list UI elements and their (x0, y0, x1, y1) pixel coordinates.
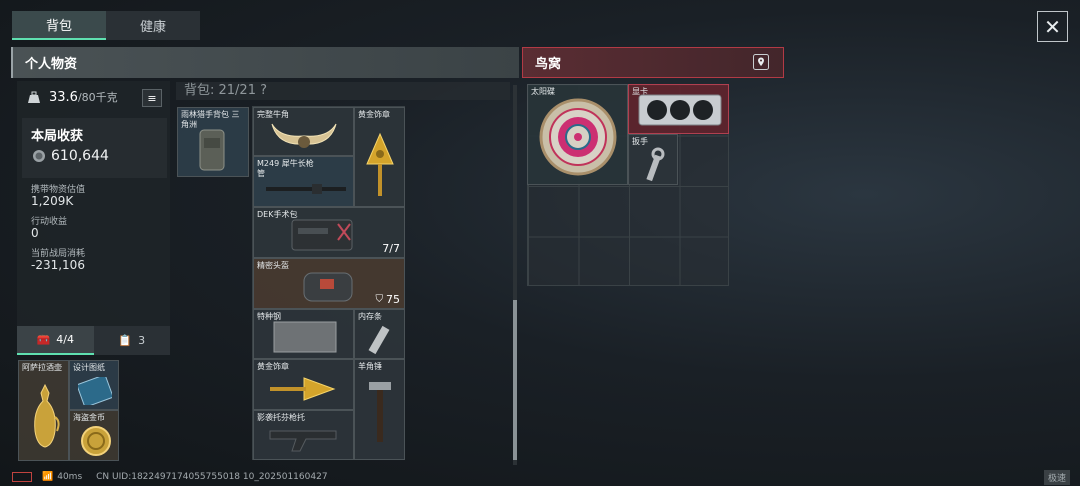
surgery-kit-icon (291, 219, 353, 251)
tab-tools-label: 4/4 (56, 333, 74, 346)
item-name: 完整牛角 (257, 110, 289, 119)
item-shadow-stock[interactable]: 影袭托芬枪托 (253, 410, 354, 460)
item-name: 精密头盔 (257, 261, 289, 270)
item-pirate-coin[interactable]: 海盗金币 (69, 410, 119, 461)
stock-icon (269, 430, 337, 452)
backpack-icon (199, 129, 225, 171)
coin-icon (33, 150, 45, 162)
item-name: 黄金饰章 (257, 362, 289, 371)
graphics-card-icon (638, 94, 722, 126)
list-icon: ≡ (147, 91, 157, 105)
hammer-icon (369, 382, 391, 442)
item-name: 内存条 (358, 312, 382, 321)
item-name: 太阳碟 (531, 87, 555, 96)
gold-emblem-icon (366, 132, 394, 196)
item-gold-emblem[interactable]: 黄金饰章 (354, 107, 405, 207)
durability: ⛉ 75 (376, 293, 401, 306)
close-icon: ✕ (1044, 14, 1061, 39)
item-gold-emblem-2[interactable]: 黄金饰章 (253, 359, 354, 410)
barrel-icon (266, 184, 346, 194)
durability-value: 75 (386, 293, 400, 306)
nest-title: 鸟窝 (535, 57, 562, 72)
item-name: 影袭托芬枪托 (257, 413, 305, 422)
blueprint-icon (78, 377, 112, 405)
item-precision-helmet[interactable]: 精密头盔 ⛉ 75 (253, 258, 405, 309)
tab-health[interactable]: 健康 (106, 11, 200, 40)
item-m249-barrel[interactable]: M249 犀牛长枪管 (253, 156, 354, 207)
clipboard-icon: 📋 (118, 334, 133, 347)
gold-emblem-icon (270, 377, 336, 401)
earnings-title: 本局收获 (31, 129, 84, 144)
wifi-icon: 📶 (42, 472, 54, 482)
mode-badge: 极速 (1043, 469, 1070, 485)
steel-icon (273, 321, 337, 353)
item-name: M249 犀牛长枪管 (257, 159, 314, 178)
weight-icon (28, 91, 40, 103)
item-name: 设计图纸 (73, 363, 105, 372)
item-claw-hammer[interactable]: 羊角锤 (354, 359, 405, 460)
tab-clipboard[interactable]: 📋 3 (93, 326, 170, 355)
scrollbar-thumb[interactable] (513, 300, 517, 460)
sun-disc-icon (539, 98, 617, 176)
weight-max: /80千克 (77, 91, 118, 104)
backpack-capacity: 背包: 21/21 ? (176, 82, 510, 100)
pouch-tabs: 🧰 4/4 📋 3 (17, 326, 170, 355)
item-name: 扳手 (632, 137, 648, 146)
ping-value: 40ms (57, 472, 83, 482)
item-asala-flask[interactable]: 阿萨拉酒壶 (18, 360, 69, 461)
weight-current: 33.6 (49, 89, 78, 105)
shield-icon: ⛉ (375, 294, 384, 305)
item-wrench[interactable]: 扳手 (628, 134, 678, 185)
item-horn[interactable]: 完整牛角 (253, 107, 354, 156)
item-sun-disc[interactable]: 太阳碟 (527, 84, 628, 185)
tab-clipboard-label: 3 (138, 334, 146, 347)
item-graphics-card[interactable]: 显卡 (628, 84, 729, 134)
item-count: 7/7 (382, 242, 400, 255)
toolbox-icon: 🧰 (36, 333, 51, 346)
location-pin-icon[interactable] (753, 54, 769, 70)
nest-header: 鸟窝 (522, 47, 784, 78)
battery-icon (12, 472, 32, 482)
carry-value: 1,209K (31, 194, 74, 208)
item-dek-surgery-kit[interactable]: DEK手术包 7/7 (253, 207, 405, 258)
memory-stick-icon (368, 325, 390, 355)
item-name: 黄金饰章 (358, 110, 390, 119)
wrench-icon (646, 147, 665, 182)
item-name: 阿萨拉酒壶 (22, 363, 62, 372)
coin-total: 610,644 (51, 148, 109, 164)
action-profit-value: 0 (31, 226, 39, 240)
tab-tools[interactable]: 🧰 4/4 (17, 326, 94, 355)
item-name: 海盗金币 (73, 413, 105, 422)
horn-icon (271, 123, 337, 148)
battle-cost-value: -231,106 (31, 258, 85, 272)
flask-icon (34, 383, 60, 448)
personal-items-header: 个人物资 (11, 47, 519, 78)
coin-item-icon (81, 426, 111, 456)
item-special-steel[interactable]: 特种钢 (253, 309, 354, 359)
list-view-button[interactable]: ≡ (142, 89, 162, 107)
uid-text: CN UID:1822497174055755018 10_2025011604… (96, 472, 328, 482)
backpack-slot[interactable]: 雨林猎手背包 三角洲 (177, 107, 249, 177)
item-name: 羊角锤 (358, 362, 382, 371)
helmet-bag-icon (303, 272, 353, 302)
close-button[interactable]: ✕ (1037, 11, 1068, 42)
status-bar: 📶 40ms CN UID:1822497174055755018 10_202… (0, 468, 1080, 486)
item-memory-stick[interactable]: 内存条 (354, 309, 405, 359)
tab-backpack[interactable]: 背包 (12, 11, 106, 40)
item-design-blueprint[interactable]: 设计图纸 (69, 360, 119, 410)
inventory-tabs: 背包 健康 (12, 11, 200, 40)
